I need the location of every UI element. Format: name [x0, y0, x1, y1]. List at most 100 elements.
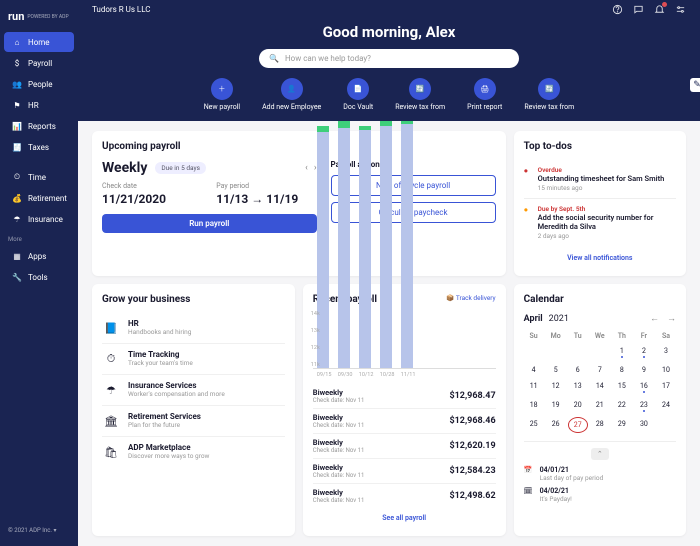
calendar-year: 2021	[549, 314, 569, 324]
see-all-payroll-link[interactable]: See all payroll	[313, 514, 496, 522]
grow-item-adp-marketplace[interactable]: 🛍ADP MarketplaceDiscover more ways to gr…	[102, 437, 285, 467]
track-delivery-link[interactable]: 📦 Track delivery	[446, 294, 495, 302]
calendar-day[interactable]: 25	[524, 417, 544, 433]
calendar-day[interactable]: 10	[656, 363, 676, 377]
sidebar-item-hr[interactable]: ⚑HR	[4, 95, 74, 115]
sidebar-item-payroll[interactable]: $Payroll	[4, 53, 74, 73]
grow-item-retirement-services[interactable]: 🏛Retirement ServicesPlan for the future	[102, 406, 285, 437]
calendar-day[interactable]: 6	[568, 363, 588, 377]
sidebar-item-home[interactable]: ⌂Home	[4, 32, 74, 52]
sidebar-item-retirement[interactable]: 💰Retirement	[4, 188, 74, 208]
calendar-prev-button[interactable]: ←	[650, 313, 659, 324]
chart-bar	[380, 121, 392, 368]
calendar-month: April	[524, 314, 543, 324]
apps-icon: ▦	[12, 251, 22, 261]
calculate-paycheck-button[interactable]: Calculate paycheck	[331, 202, 496, 223]
calendar-day[interactable]: 26	[546, 417, 566, 433]
calendar-day[interactable]: 17	[656, 379, 676, 396]
quick-action-add-new-employee[interactable]: 👤Add new Employee	[262, 78, 321, 111]
edit-quick-actions-button[interactable]: ✎	[690, 78, 700, 92]
sidebar-item-tools[interactable]: 🔧Tools	[4, 267, 74, 287]
calendar-day	[546, 344, 566, 361]
calendar-day[interactable]: 15	[612, 379, 632, 396]
chart-bar	[338, 121, 350, 368]
pay-period: 11/13 → 11/19	[216, 192, 316, 206]
sidebar-item-insurance[interactable]: ☂Insurance	[4, 209, 74, 229]
quick-action-doc-vault[interactable]: 📄Doc Vault	[343, 78, 373, 111]
sidebar-item-apps[interactable]: ▦Apps	[4, 246, 74, 266]
calendar-day[interactable]: 28	[590, 417, 610, 433]
payroll-chart: 14k13k12k11k	[313, 311, 496, 369]
calendar-day[interactable]: 18	[524, 398, 544, 415]
calendar-day[interactable]: 22	[612, 398, 632, 415]
off-cycle-payroll-button[interactable]: New off-cycle payroll	[331, 175, 496, 196]
quick-action-print-report[interactable]: 🖨Print report	[467, 78, 502, 111]
calendar-day[interactable]: 3	[656, 344, 676, 361]
doc-icon: 📄	[347, 78, 369, 100]
calendar-day[interactable]: 23	[634, 398, 654, 415]
calendar-day[interactable]: 12	[546, 379, 566, 396]
grow-item-time-tracking[interactable]: ⏱Time TrackingTrack your team's time	[102, 344, 285, 375]
calendar-day[interactable]: 30	[634, 417, 654, 433]
grow-item-hr[interactable]: 📘HRHandbooks and hiring	[102, 313, 285, 344]
calendar-day[interactable]: 1	[612, 344, 632, 361]
calendar-day[interactable]: 8	[612, 363, 632, 377]
add-user-icon: 👤	[281, 78, 303, 100]
due-pill: Due in 5 days	[155, 162, 206, 174]
calendar-next-button[interactable]: →	[667, 313, 676, 324]
payroll-row[interactable]: BiweeklyCheck date: Nov 11$12,968.46	[313, 409, 496, 434]
taxes-icon: 🧾	[12, 142, 22, 152]
calendar-day[interactable]: 21	[590, 398, 610, 415]
quick-action-review-tax-from[interactable]: 🔄Review tax from	[395, 78, 445, 111]
calendar-day[interactable]: 29	[612, 417, 632, 433]
logo: runPOWERED BY ADP	[0, 6, 78, 31]
sidebar-item-time[interactable]: ⏲Time	[4, 167, 74, 187]
payroll-row[interactable]: BiweeklyCheck date: Nov 11$12,498.62	[313, 484, 496, 508]
calendar-day[interactable]: 2	[634, 344, 654, 361]
calendar-day[interactable]: 11	[524, 379, 544, 396]
calendar-day[interactable]: 24	[656, 398, 676, 415]
grow-item-insurance-services[interactable]: ☂Insurance ServicesWorker's compensation…	[102, 375, 285, 406]
payroll-row[interactable]: BiweeklyCheck date: Nov 11$12,968.47	[313, 384, 496, 409]
calendar-event[interactable]: 📅04/01/21Last day of pay period	[524, 466, 676, 482]
tools-icon: 🔧	[12, 272, 22, 282]
retirement-icon: 💰	[12, 193, 22, 203]
view-all-notifications-link[interactable]: View all notifications	[524, 254, 676, 262]
calendar-day[interactable]: 14	[590, 379, 610, 396]
calendar-event[interactable]: 🗓04/02/21It's Payday!	[524, 487, 676, 503]
tax-review-icon: 🔄	[538, 78, 560, 100]
grow-business-card: Grow your business 📘HRHandbooks and hiri…	[92, 284, 295, 536]
calendar-day	[568, 344, 588, 361]
sidebar-item-taxes[interactable]: 🧾Taxes	[4, 137, 74, 157]
calendar-day[interactable]: 19	[546, 398, 566, 415]
calendar-collapse-button[interactable]: ⌃	[591, 448, 609, 460]
calendar-day[interactable]: 13	[568, 379, 588, 396]
calendar-day[interactable]: 5	[546, 363, 566, 377]
calendar-day[interactable]: 7	[590, 363, 610, 377]
calendar-day[interactable]: 16	[634, 379, 654, 396]
plus-icon: ＋	[211, 78, 233, 100]
chat-icon[interactable]	[633, 4, 644, 15]
prev-payroll-button[interactable]: ‹	[305, 163, 308, 173]
sidebar-item-reports[interactable]: 📊Reports	[4, 116, 74, 136]
payroll-row[interactable]: BiweeklyCheck date: Nov 11$12,620.19	[313, 434, 496, 459]
calendar-day[interactable]: 20	[568, 398, 588, 415]
sidebar: runPOWERED BY ADP ⌂Home$Payroll👥People⚑H…	[0, 0, 78, 546]
run-payroll-button[interactable]: Run payroll	[102, 214, 317, 233]
payroll-period-name: Weekly	[102, 160, 147, 176]
calendar-day[interactable]: 9	[634, 363, 654, 377]
todo-item[interactable]: ●Due by Sept. 5thAdd the social security…	[524, 199, 676, 246]
quick-action-review-tax-from[interactable]: 🔄Review tax from	[524, 78, 574, 111]
settings-icon[interactable]	[675, 4, 686, 15]
calendar-day[interactable]: 4	[524, 363, 544, 377]
sidebar-item-people[interactable]: 👥People	[4, 74, 74, 94]
quick-action-new-payroll[interactable]: ＋New payroll	[204, 78, 240, 111]
todo-item[interactable]: ●OverdueOutstanding timesheet for Sam Sm…	[524, 160, 676, 199]
help-icon[interactable]	[612, 4, 623, 15]
search-input[interactable]: 🔍 How can we help today?	[259, 49, 519, 68]
calendar-icon: 📅	[524, 466, 534, 482]
payroll-row[interactable]: BiweeklyCheck date: Nov 11$12,584.23	[313, 459, 496, 484]
company-name[interactable]: Tudors R Us LLC	[92, 5, 612, 14]
bell-icon[interactable]	[654, 4, 665, 15]
calendar-day[interactable]: 27	[568, 417, 588, 433]
